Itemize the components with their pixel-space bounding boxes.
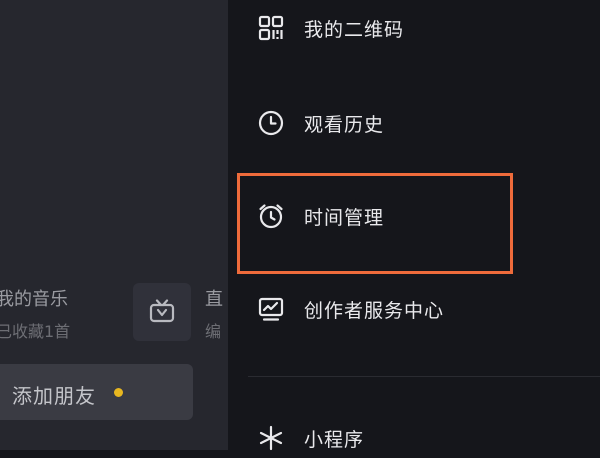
mini-program-icon [258,425,284,451]
menu-label-watch-history: 观看历史 [304,113,385,136]
highlight-annotation-box [237,173,513,274]
my-music-title[interactable]: 我的音乐 [0,285,68,311]
menu-item-watch-history[interactable]: 观看历史 [258,103,558,143]
left-profile-panel: 我的音乐 已收藏1首 直 编 添加朋友 [0,0,228,450]
menu-item-qr-code[interactable]: 我的二维码 [258,8,558,48]
notification-dot [114,388,123,397]
my-music-count: 已收藏1首 [0,322,71,341]
menu-item-mini-program[interactable]: 小程序 [258,418,558,458]
add-friend-label: 添加朋友 [12,384,96,408]
menu-label-mini-program: 小程序 [304,428,365,451]
live-sub-clipped: 编 [205,322,222,341]
qr-code-icon [258,15,284,41]
menu-divider [248,376,600,377]
clock-icon [258,110,284,136]
tv-tile[interactable] [133,283,191,341]
menu-label-qr-code: 我的二维码 [304,18,405,41]
menu-item-creator-center[interactable]: 创作者服务中心 [258,289,558,329]
menu-label-creator-center: 创作者服务中心 [304,299,445,322]
tv-icon [149,299,175,323]
creator-chart-icon [258,296,284,322]
live-title-clipped[interactable]: 直 [205,285,223,311]
add-friend-button[interactable]: 添加朋友 [0,364,193,420]
